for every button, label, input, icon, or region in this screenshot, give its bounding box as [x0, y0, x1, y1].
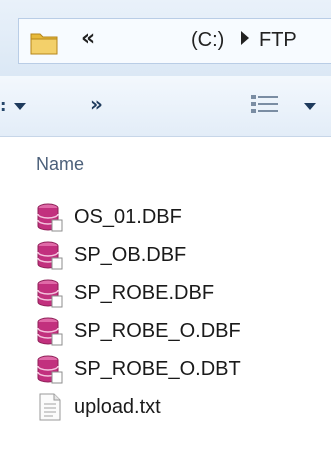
- command-bar: : »: [0, 76, 331, 137]
- view-options-chevron-down-icon[interactable]: [304, 103, 316, 110]
- file-item[interactable]: upload.txt: [0, 388, 331, 426]
- file-item[interactable]: SP_ROBE.DBF: [0, 274, 331, 312]
- file-name[interactable]: SP_ROBE.DBF: [74, 280, 214, 306]
- details-view-icon[interactable]: [250, 92, 280, 120]
- database-icon: [37, 279, 63, 308]
- organize-menu-edge[interactable]: :: [0, 98, 6, 114]
- address-field[interactable]: « (C:) FTP: [18, 18, 331, 64]
- database-icon: [37, 241, 63, 270]
- file-name[interactable]: SP_ROBE_O.DBT: [74, 356, 241, 382]
- database-icon: [37, 355, 63, 384]
- file-item[interactable]: OS_01.DBF: [0, 198, 331, 236]
- chevron-down-icon[interactable]: [14, 103, 26, 110]
- breadcrumb-separator-icon[interactable]: [241, 31, 249, 45]
- breadcrumb-current-folder[interactable]: FTP: [259, 29, 297, 51]
- file-list: OS_01.DBF SP_OB.DBF SP_ROBE.DBF SP_ROBE_…: [0, 198, 331, 426]
- file-item[interactable]: SP_ROBE_O.DBF: [0, 312, 331, 350]
- more-commands-button[interactable]: »: [90, 94, 103, 114]
- file-name[interactable]: upload.txt: [74, 394, 161, 420]
- folder-icon: [30, 33, 58, 55]
- column-header-name[interactable]: Name: [36, 152, 84, 176]
- database-icon: [37, 317, 63, 346]
- text-file-icon: [39, 393, 61, 421]
- file-name[interactable]: OS_01.DBF: [74, 204, 182, 230]
- breadcrumb-overflow-button[interactable]: «: [81, 28, 95, 50]
- breadcrumb-drive[interactable]: (C:): [191, 29, 224, 51]
- database-icon: [37, 203, 63, 232]
- file-item[interactable]: SP_OB.DBF: [0, 236, 331, 274]
- file-name[interactable]: SP_ROBE_O.DBF: [74, 318, 241, 344]
- address-bar: « (C:) FTP: [0, 0, 331, 76]
- file-name[interactable]: SP_OB.DBF: [74, 242, 186, 268]
- file-item[interactable]: SP_ROBE_O.DBT: [0, 350, 331, 388]
